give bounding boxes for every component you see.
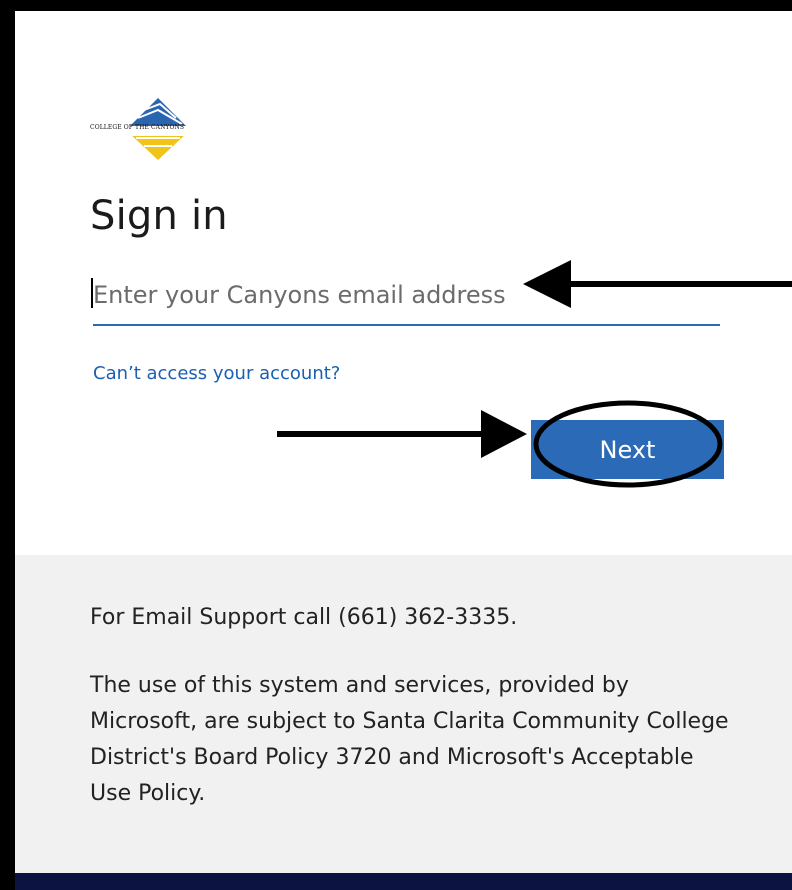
next-button[interactable]: Next — [531, 420, 724, 479]
support-text: For Email Support call (661) 362-3335. — [90, 605, 518, 630]
policy-text: The use of this system and services, pro… — [90, 673, 729, 806]
footer: For Email Support call (661) 362-3335. T… — [15, 555, 792, 873]
email-field[interactable] — [93, 268, 720, 322]
page-title: Sign in — [90, 193, 228, 239]
logo-text: COLLEGE OF THE CANYONS — [90, 124, 185, 131]
email-field-wrap — [91, 268, 720, 326]
cant-access-link[interactable]: Can’t access your account? — [93, 363, 340, 384]
text-caret — [91, 278, 93, 308]
bottom-bar — [15, 873, 792, 890]
